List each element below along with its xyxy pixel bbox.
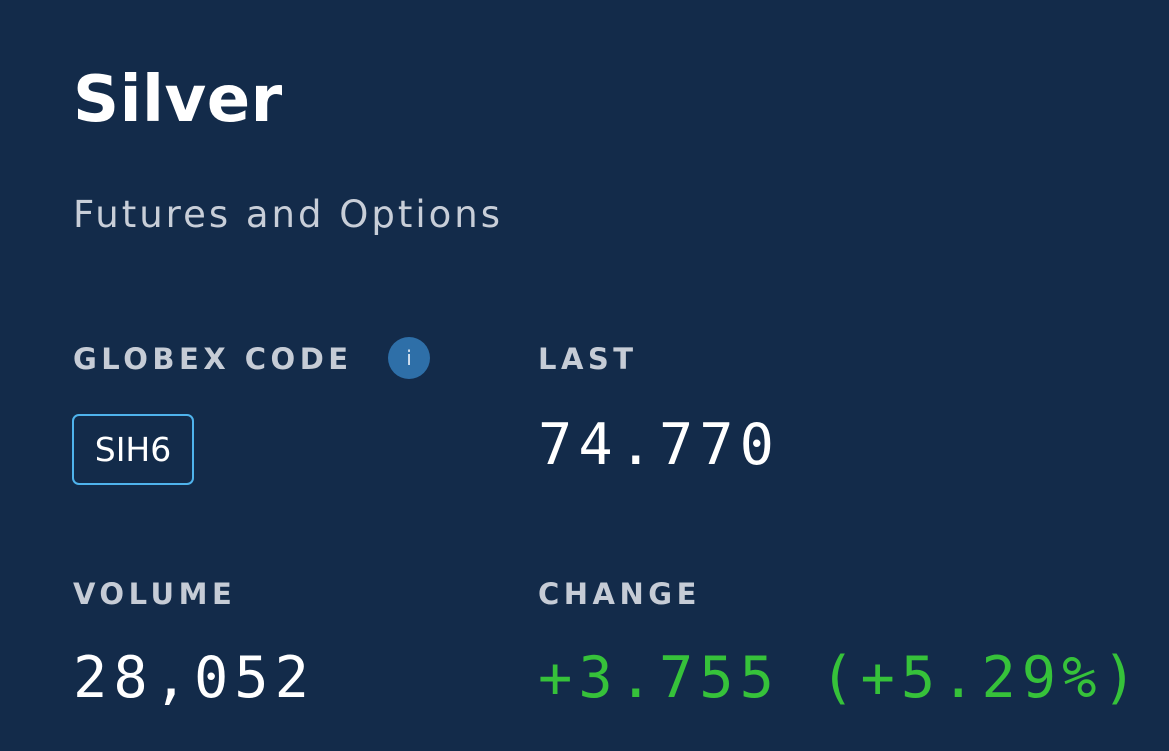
change-value: +3.755 (+5.29%) (538, 645, 1143, 711)
last-price-value: 74.770 (538, 412, 780, 478)
last-price-label: LAST (538, 342, 638, 376)
globex-code-badge[interactable]: SIH6 (72, 414, 194, 485)
volume-value: 28,052 (73, 645, 315, 711)
globex-code-label: GLOBEX CODE (73, 342, 353, 376)
product-title: Silver (73, 63, 283, 137)
product-subtitle: Futures and Options (73, 193, 503, 236)
change-label: CHANGE (538, 577, 701, 611)
info-icon[interactable]: i (388, 337, 430, 379)
quote-card: Silver Futures and Options GLOBEX CODE i… (0, 0, 1169, 751)
volume-label: VOLUME (73, 577, 237, 611)
